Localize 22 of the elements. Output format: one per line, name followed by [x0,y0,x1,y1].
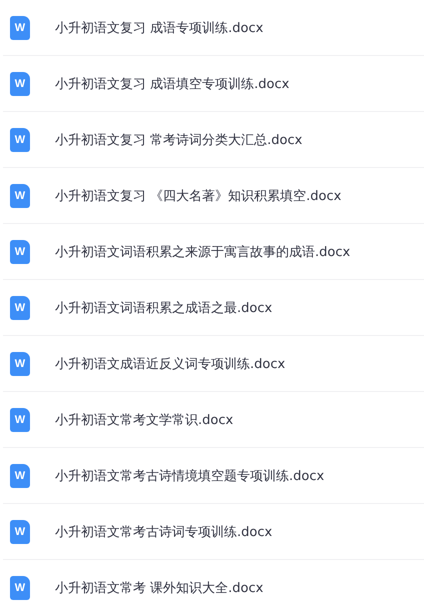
file-name[interactable]: 小升初语文复习 成语专项训练.docx [55,18,264,36]
file-name[interactable]: 小升初语文常考古诗情境填空题专项训练.docx [55,466,324,484]
file-name[interactable]: 小升初语文常考 课外知识大全.docx [55,579,264,597]
document-icon: W [10,16,30,40]
file-name[interactable]: 小升初语文成语近反义词专项训练.docx [55,354,286,372]
file-name[interactable]: 小升初语文词语积累之成语之最.docx [55,298,272,316]
document-icon: W [10,296,30,320]
document-icon: W [10,520,30,544]
document-icon: W [10,408,30,432]
file-name[interactable]: 小升初语文复习 成语填空专项训练.docx [55,74,290,92]
file-name[interactable]: 小升初语文复习 常考诗词分类大汇总.docx [55,130,302,148]
document-icon: W [10,72,30,96]
document-icon: W [10,184,30,208]
file-name[interactable]: 小升初语文常考文学常识.docx [55,410,234,428]
document-icon: W [10,576,30,600]
file-name[interactable]: 小升初语文常考古诗词专项训练.docx [55,522,272,540]
file-name[interactable]: 小升初语文复习 《四大名著》知识积累填空.docx [55,186,342,204]
document-icon: W [10,464,30,488]
file-name[interactable]: 小升初语文词语积累之来源于寓言故事的成语.docx [55,242,350,260]
document-icon: W [10,128,30,152]
document-icon: W [10,240,30,264]
document-icon: W [10,352,30,376]
